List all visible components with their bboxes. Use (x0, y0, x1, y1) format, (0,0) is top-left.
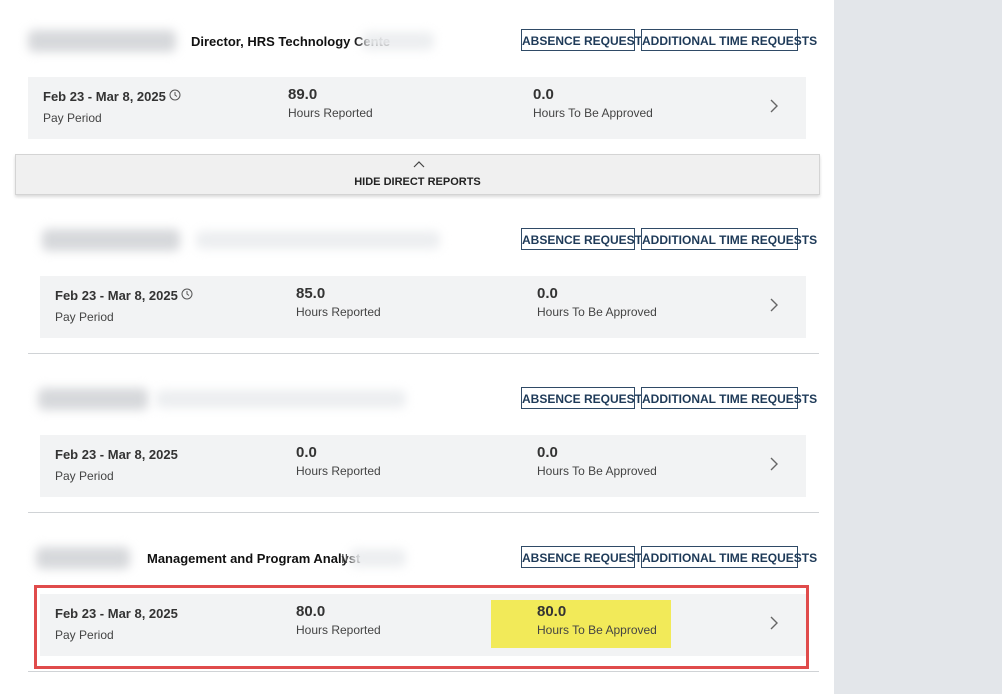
section-divider (28, 671, 819, 672)
hours-to-approve-label: Hours To Be Approved (537, 305, 657, 319)
additional-time-requests-button[interactable]: ADDITIONAL TIME REQUESTS (641, 546, 817, 568)
hours-to-approve-value: 0.0 (537, 285, 558, 302)
hours-reported-value: 85.0 (296, 285, 326, 302)
pay-period-dates: Feb 23 - Mar 8, 2025 (43, 89, 166, 104)
hours-to-approve-label: Hours To Be Approved (537, 464, 657, 478)
absence-requests-button[interactable]: ABSENCE REQUESTS (521, 29, 650, 51)
employee-title-suffix: II (341, 551, 349, 566)
employee-title-redacted (156, 390, 406, 408)
employee-detail-redacted (362, 32, 434, 50)
pay-period-card[interactable]: Feb 23 - Mar 8, 2025 Pay Period 89.0 Hou… (28, 77, 806, 139)
pay-period-card[interactable]: Feb 23 - Mar 8, 2025 Pay Period 85.0 Hou… (40, 276, 806, 338)
pay-period-dates: Feb 23 - Mar 8, 2025 (55, 447, 178, 462)
hours-to-approve-label: Hours To Be Approved (533, 106, 653, 120)
section-divider (28, 512, 819, 513)
section-divider (28, 353, 819, 354)
absence-requests-button[interactable]: ABSENCE REQUESTS (521, 546, 650, 568)
employee-name-redacted (36, 547, 130, 569)
employee-name-redacted (42, 229, 180, 251)
pay-period-label: Pay Period (55, 469, 114, 483)
hours-reported-label: Hours Reported (296, 305, 381, 319)
hide-direct-reports-toggle[interactable]: HIDE DIRECT REPORTS (15, 154, 820, 195)
clock-icon (181, 288, 193, 300)
absence-requests-button[interactable]: ABSENCE REQUESTS (521, 228, 650, 250)
pay-period-label: Pay Period (55, 310, 114, 324)
hours-to-approve-value: 0.0 (537, 444, 558, 461)
hours-reported-value: 89.0 (288, 86, 318, 103)
chevron-right-icon[interactable] (769, 457, 779, 471)
employee-title-redacted (196, 231, 440, 249)
additional-time-requests-button[interactable]: ADDITIONAL TIME REQUESTS (641, 387, 817, 409)
pay-period-card[interactable]: Feb 23 - Mar 8, 2025 Pay Period 0.0 Hour… (40, 435, 806, 497)
hide-direct-reports-label: HIDE DIRECT REPORTS (354, 176, 481, 188)
employee-detail-redacted (350, 549, 406, 567)
pay-period-dates: Feb 23 - Mar 8, 2025 (55, 288, 178, 303)
employee-name-redacted (38, 388, 148, 410)
absence-requests-button[interactable]: ABSENCE REQUESTS (521, 387, 650, 409)
chevron-right-icon[interactable] (769, 99, 779, 113)
hours-reported-label: Hours Reported (296, 464, 381, 478)
employee-name-redacted (28, 30, 176, 52)
employee-title: Management and Program Analyst (147, 551, 361, 566)
chevron-right-icon[interactable] (769, 298, 779, 312)
hours-reported-label: Hours Reported (288, 106, 373, 120)
hours-reported-value: 0.0 (296, 444, 317, 461)
additional-time-requests-button[interactable]: ADDITIONAL TIME REQUESTS (641, 29, 817, 51)
chevron-up-icon (413, 161, 425, 168)
hours-to-approve-value: 0.0 (533, 86, 554, 103)
right-side-panel (834, 0, 1002, 694)
additional-time-requests-button[interactable]: ADDITIONAL TIME REQUESTS (641, 228, 817, 250)
clock-icon (169, 89, 181, 101)
employee-title: Director, HRS Technology Cente (191, 34, 391, 49)
annotation-box (34, 585, 809, 669)
pay-period-label: Pay Period (43, 111, 102, 125)
